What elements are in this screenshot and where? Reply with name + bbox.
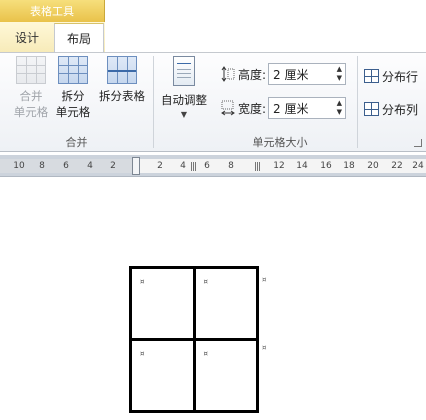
height-label: 高度: [238,67,267,82]
split-table-icon [107,56,137,84]
tab-design[interactable]: 设计 [4,23,50,52]
merge-cells-button[interactable]: 合并 单元格 [10,56,52,120]
autofit-label: 自动调整 [161,93,207,107]
split-cells-label-2: 单元格 [55,105,91,119]
autofit-icon [173,56,195,86]
column-marker[interactable] [191,162,197,171]
height-value: 2 厘米 [273,67,309,82]
split-cells-label-1: 拆分 [61,89,85,103]
height-row: 高度: 2 厘米 ▲ ▼ [221,63,347,85]
column-width-icon [221,100,235,116]
tab-layout[interactable]: 布局 [54,23,104,52]
document-table[interactable]: ¤ ¤ ¤ ¤ [129,266,259,413]
ruler-number: 2 [110,161,116,171]
column-marker[interactable] [255,162,261,171]
split-table-label: 拆分表格 [99,89,145,103]
ruler-number: 4 [87,161,93,171]
ruler-number: 18 [343,161,355,171]
ruler-number: 14 [296,161,308,171]
cell-end-mark: ¤ [140,350,145,358]
distribute-rows-icon [364,69,379,83]
ruler-number: 2 [157,161,163,171]
merge-cells-icon [16,56,46,84]
contextual-tab-header: 表格工具 [0,0,105,22]
ruler-number: 8 [228,161,234,171]
cell-end-mark: ¤ [140,278,145,286]
autofit-dropdown-icon: ▼ [180,110,188,119]
width-spinner-icon[interactable]: ▲ ▼ [337,99,342,117]
ruler-number: 10 [13,161,25,171]
table-cell[interactable]: ¤ [129,338,196,413]
ruler-number: 16 [320,161,332,171]
ruler-number: 12 [273,161,285,171]
width-row: 宽度: 2 厘米 ▲ ▼ [221,97,347,119]
ruler-number: 20 [367,161,379,171]
ruler-number: 22 [391,161,403,171]
cell-end-mark: ¤ [203,350,208,358]
distribute-rows-label: 分布行 [382,69,419,84]
cell-end-mark: ¤ [203,278,208,286]
distribute-columns-button[interactable]: 分布列 [364,98,418,120]
distribute-rows-button[interactable]: 分布行 [364,65,418,87]
table-row: ¤ ¤ [129,266,259,341]
width-input[interactable]: 2 厘米 ▲ ▼ [268,97,347,119]
distribute-columns-label: 分布列 [382,102,419,117]
ruler-number: 8 [39,161,45,171]
table-cell[interactable]: ¤ [192,266,259,341]
split-table-button[interactable]: 拆分表格 [96,56,148,104]
height-input[interactable]: 2 厘米 ▲ ▼ [268,63,347,85]
table-cell[interactable]: ¤ [192,338,259,413]
height-spinner-icon[interactable]: ▲ ▼ [337,65,342,83]
dialog-launcher-icon[interactable] [414,139,422,147]
table-row: ¤ ¤ [129,338,259,413]
width-value: 2 厘米 [273,101,309,116]
row-height-icon [221,66,235,82]
merge-group-label: 合并 [65,136,88,149]
split-cells-icon [58,56,88,84]
row-end-mark: ¤ [262,276,267,284]
row-end-mark: ¤ [262,344,267,352]
merge-cells-label-2: 单元格 [13,105,49,119]
merge-cells-label-1: 合并 [19,89,43,103]
width-label: 宽度: [238,101,267,116]
ruler-number: 6 [204,161,210,171]
cell-size-group-label: 单元格大小 [252,136,308,149]
ruler-number: 4 [180,161,186,171]
table-cell[interactable]: ¤ [129,266,196,341]
ruler-number: 6 [63,161,69,171]
split-cells-button[interactable]: 拆分 单元格 [52,56,94,120]
left-indent-marker[interactable] [132,157,140,175]
autofit-button[interactable]: 自动调整 ▼ [156,56,212,119]
ruler-number: 24 [412,161,424,171]
distribute-columns-icon [364,102,379,116]
